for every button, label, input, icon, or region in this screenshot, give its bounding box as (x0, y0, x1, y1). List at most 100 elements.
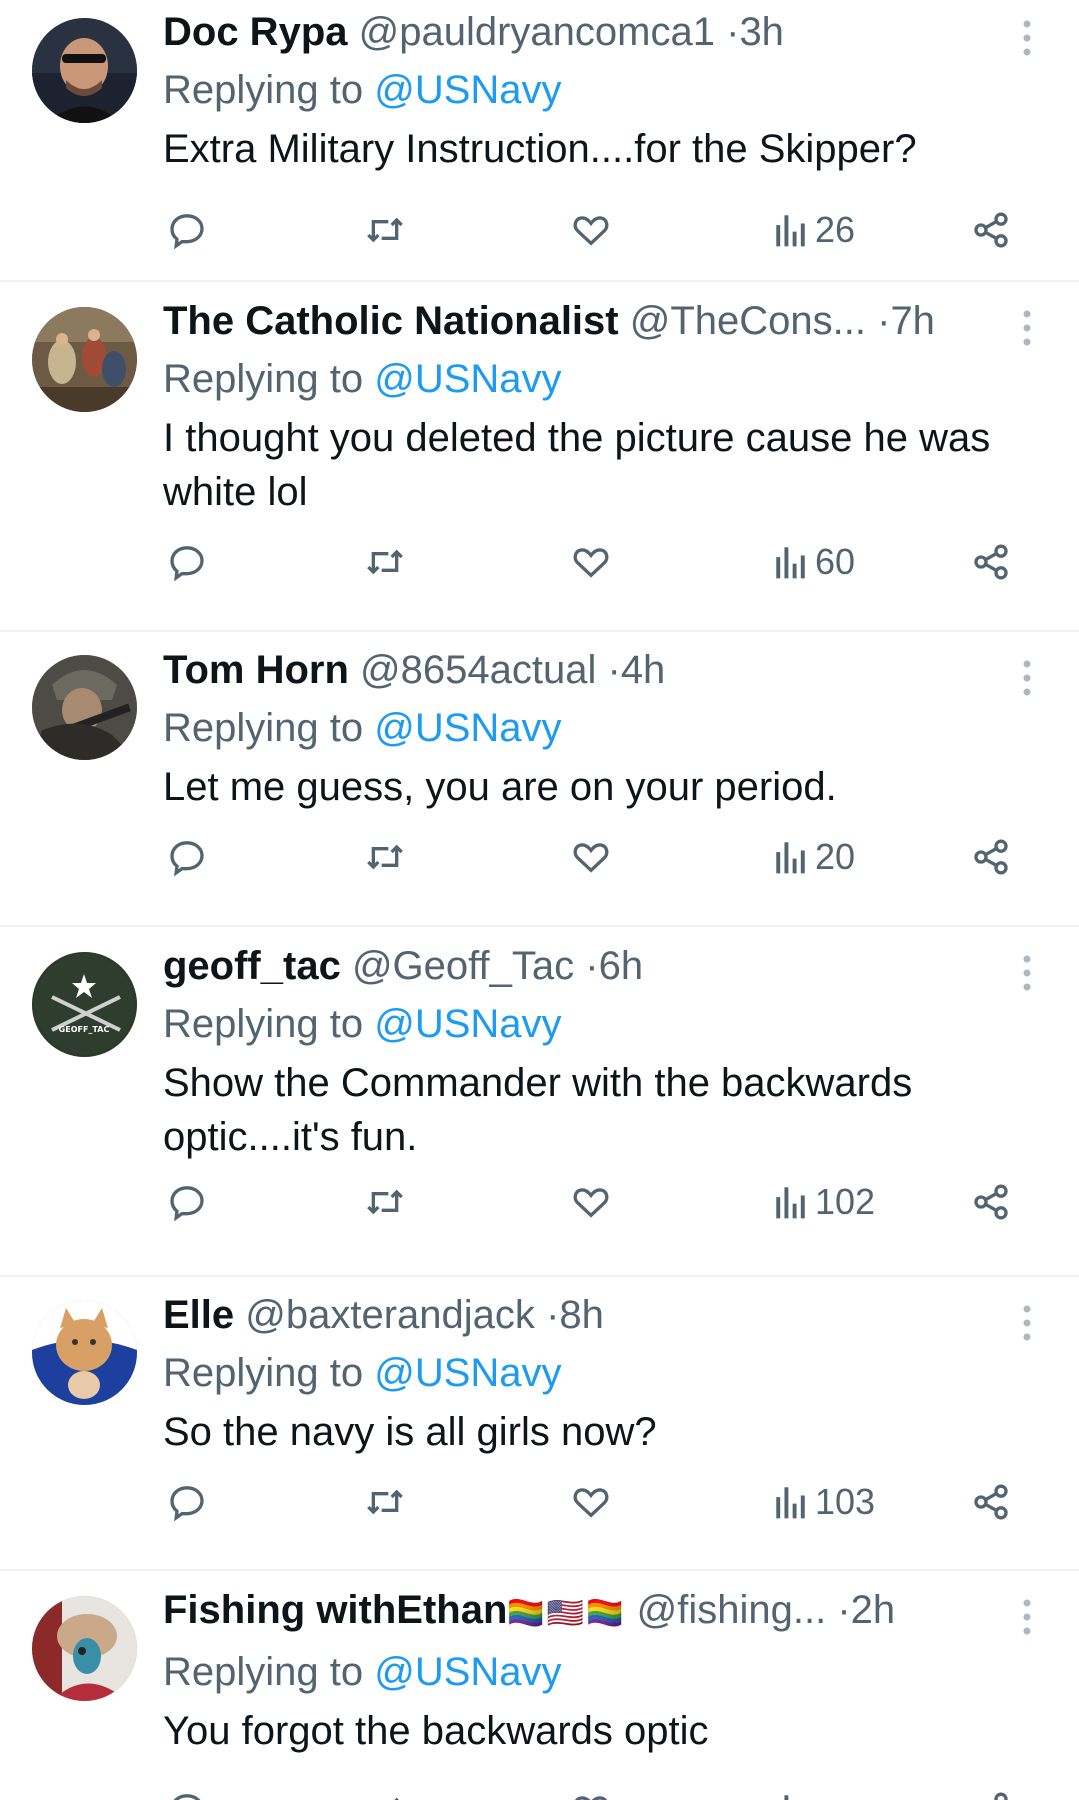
reply-header: The Catholic Nationalist @TheCons... ·7h (163, 295, 1003, 347)
reply-item[interactable]: Tom Horn @8654actual ·4h Replying to @US… (0, 632, 1079, 927)
user-handle[interactable]: @8654actual (360, 648, 596, 692)
user-handle[interactable]: @TheCons... (630, 299, 866, 343)
reply-item[interactable]: Elle @baxterandjack ·8h Replying to @USN… (0, 1277, 1079, 1571)
display-name[interactable]: Doc Rypa (163, 10, 348, 54)
mention-link[interactable]: @USNavy (374, 357, 561, 401)
reply-content: Fishing withEthan🏳️‍🌈🇺🇸🏳️‍🌈 @fishing... … (163, 1584, 1055, 1758)
reply-item[interactable]: The Catholic Nationalist @TheCons... ·7h… (0, 282, 1079, 632)
avatar[interactable] (32, 307, 137, 412)
retweet-button[interactable] (363, 1177, 407, 1227)
avatar[interactable] (32, 655, 137, 760)
more-options-icon[interactable] (1017, 953, 1037, 993)
mention-link[interactable]: @USNavy (374, 1351, 561, 1395)
more-options-icon[interactable] (1017, 1597, 1037, 1637)
reply-text: I thought you deleted the picture cause … (163, 416, 991, 514)
share-button[interactable] (971, 832, 1011, 882)
heart-icon (573, 548, 609, 578)
views-count: 60 (815, 541, 856, 582)
retweet-button[interactable] (363, 1477, 407, 1527)
views-button[interactable] (773, 1785, 809, 1800)
replying-to-line: Replying to @USNavy (163, 700, 1055, 756)
views-button[interactable]: 26 (773, 205, 855, 255)
reply-button[interactable] (167, 832, 207, 882)
reply-header: Doc Rypa @pauldryancomca1 ·3h (163, 6, 1003, 58)
timestamp[interactable]: 8h (559, 1293, 604, 1337)
user-handle[interactable]: @fishing... (637, 1588, 827, 1632)
reply-item[interactable]: Fishing withEthan🏳️‍🌈🇺🇸🏳️‍🌈 @fishing... … (0, 1571, 1079, 1800)
replying-to-label: Replying to (163, 1351, 364, 1395)
reply-button[interactable] (167, 1785, 207, 1800)
like-button[interactable] (571, 205, 611, 255)
avatar[interactable] (32, 1300, 137, 1405)
mention-link[interactable]: @USNavy (374, 706, 561, 750)
views-count: 103 (815, 1481, 876, 1522)
user-handle[interactable]: @pauldryancomca1 (359, 10, 715, 54)
reply-item[interactable]: Doc Rypa @pauldryancomca1 ·3h Replying t… (0, 0, 1079, 282)
share-icon (974, 544, 1008, 580)
action-bar: 20 (163, 832, 1029, 882)
views-icon (776, 1487, 805, 1519)
more-options-icon[interactable] (1017, 308, 1037, 348)
user-handle[interactable]: @Geoff_Tac (352, 944, 574, 988)
retweet-button[interactable] (363, 205, 407, 255)
share-button[interactable] (971, 1177, 1011, 1227)
retweet-icon (367, 549, 403, 575)
user-handle[interactable]: @baxterandjack (245, 1293, 535, 1337)
share-button[interactable] (971, 537, 1011, 587)
replying-to-line: Replying to @USNavy (163, 1345, 1055, 1401)
comment-icon (173, 1794, 201, 1800)
heart-icon (573, 843, 609, 873)
timestamp[interactable]: 2h (851, 1588, 896, 1632)
display-name[interactable]: geoff_tac (163, 944, 341, 988)
retweet-button[interactable] (363, 1785, 407, 1800)
like-button[interactable] (571, 832, 611, 882)
reply-text: Extra Military Instruction....for the Sk… (163, 127, 917, 171)
more-options-icon[interactable] (1017, 18, 1037, 58)
views-button[interactable]: 60 (773, 537, 855, 587)
timestamp[interactable]: 3h (739, 10, 784, 54)
reply-item[interactable]: GEOFF_TAC geoff_tac @Geoff_Tac ·6h Reply… (0, 927, 1079, 1277)
views-count: 20 (815, 836, 856, 877)
timestamp[interactable]: 7h (890, 299, 935, 343)
retweet-button[interactable] (363, 537, 407, 587)
timestamp[interactable]: 6h (599, 944, 644, 988)
mention-link[interactable]: @USNavy (374, 1002, 561, 1046)
more-options-icon[interactable] (1017, 1303, 1037, 1343)
views-button[interactable]: 103 (773, 1477, 875, 1527)
share-button[interactable] (971, 1477, 1011, 1527)
timestamp[interactable]: 4h (621, 648, 666, 692)
share-button[interactable] (971, 205, 1011, 255)
reply-button[interactable] (167, 537, 207, 587)
action-bar (163, 1785, 1029, 1800)
views-icon (776, 1187, 805, 1219)
reply-text: Let me guess, you are on your period. (163, 765, 837, 809)
like-button[interactable] (571, 1177, 611, 1227)
comment-icon (170, 841, 204, 877)
retweet-button[interactable] (363, 832, 407, 882)
avatar[interactable] (32, 1596, 137, 1701)
reply-feed: Doc Rypa @pauldryancomca1 ·3h Replying t… (0, 0, 1079, 1800)
reply-button[interactable] (167, 205, 207, 255)
views-button[interactable]: 102 (773, 1177, 875, 1227)
heart-icon (573, 1488, 609, 1518)
views-button[interactable]: 20 (773, 832, 855, 882)
like-button[interactable] (571, 1785, 611, 1800)
reply-button[interactable] (167, 1177, 207, 1227)
action-bar: 60 (163, 537, 1029, 587)
share-button[interactable] (971, 1785, 1011, 1800)
avatar[interactable]: GEOFF_TAC (32, 952, 137, 1057)
comment-icon (170, 546, 204, 582)
mention-link[interactable]: @USNavy (374, 68, 561, 112)
like-button[interactable] (571, 1477, 611, 1527)
reply-button[interactable] (167, 1477, 207, 1527)
like-button[interactable] (571, 537, 611, 587)
display-name[interactable]: Elle (163, 1293, 234, 1337)
mention-link[interactable]: @USNavy (374, 1650, 561, 1694)
display-name[interactable]: Tom Horn (163, 648, 349, 692)
more-options-icon[interactable] (1017, 658, 1037, 698)
reply-content: geoff_tac @Geoff_Tac ·6h Replying to @US… (163, 940, 1055, 1164)
avatar[interactable] (32, 18, 137, 123)
display-name[interactable]: Fishing withEthan (163, 1588, 507, 1632)
reply-text: So the navy is all girls now? (163, 1410, 657, 1454)
display-name[interactable]: The Catholic Nationalist (163, 299, 619, 343)
